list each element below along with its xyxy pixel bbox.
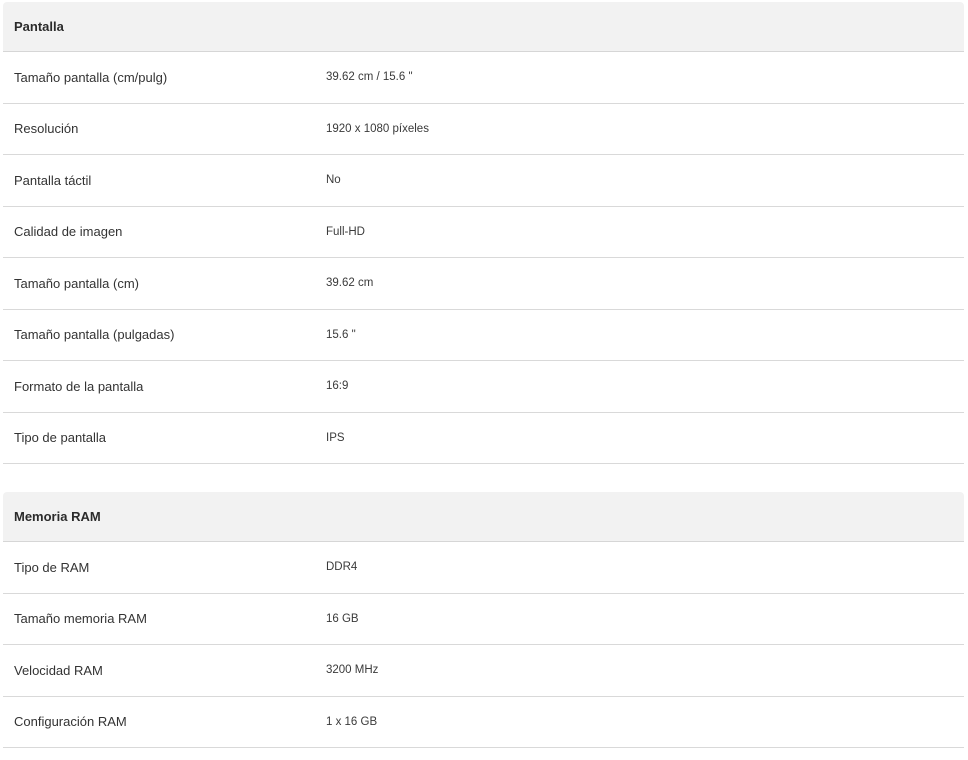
spec-label: Tipo de RAM: [14, 559, 90, 575]
spec-label: Calidad de imagen: [14, 224, 123, 240]
spec-row: Pantalla táctil No: [3, 155, 964, 207]
spec-row: Tipo de pantalla IPS: [3, 413, 964, 464]
spec-value: DDR4: [326, 561, 358, 574]
spec-value: No: [326, 174, 341, 187]
spec-label: Resolución: [14, 121, 79, 137]
spec-row: Formato de la pantalla 16:9: [3, 361, 964, 413]
spec-label: Tamaño pantalla (cm): [14, 275, 139, 291]
spec-value: 1920 x 1080 píxeles: [326, 122, 429, 135]
specifications-table: Pantalla Tamaño pantalla (cm/pulg) 39.62…: [0, 2, 968, 748]
spec-row: Tamaño pantalla (cm) 39.62 cm: [3, 258, 964, 310]
spec-row: Tamaño memoria RAM 16 GB: [3, 594, 964, 645]
section-title: Pantalla: [3, 2, 964, 52]
spec-value: 39.62 cm: [326, 277, 374, 290]
spec-row: Tamaño pantalla (cm/pulg) 39.62 cm / 15.…: [3, 52, 964, 104]
section-title: Memoria RAM: [3, 492, 964, 542]
spec-row: Tipo de RAM DDR4: [3, 542, 964, 594]
section-pantalla: Pantalla Tamaño pantalla (cm/pulg) 39.62…: [3, 2, 964, 464]
spec-value: 1 x 16 GB: [326, 715, 378, 728]
spec-label: Velocidad RAM: [14, 662, 103, 678]
spec-label: Tamaño pantalla (pulgadas): [14, 327, 175, 343]
spec-value: 15.6 ": [326, 328, 356, 341]
spec-value: Full-HD: [326, 225, 365, 238]
section-memoria-ram: Memoria RAM Tipo de RAM DDR4 Tamaño memo…: [3, 492, 964, 748]
spec-value: 3200 MHz: [326, 664, 379, 677]
spec-label: Configuración RAM: [14, 714, 127, 730]
spec-label: Tipo de pantalla: [14, 430, 107, 446]
spec-label: Pantalla táctil: [14, 172, 92, 188]
spec-value: 16 GB: [326, 612, 359, 625]
spec-row: Resolución 1920 x 1080 píxeles: [3, 104, 964, 155]
spec-row: Tamaño pantalla (pulgadas) 15.6 ": [3, 310, 964, 361]
spec-label: Formato de la pantalla: [14, 378, 144, 394]
spec-value: 39.62 cm / 15.6 ": [326, 71, 413, 84]
spec-row: Configuración RAM 1 x 16 GB: [3, 697, 964, 748]
spec-label: Tamaño memoria RAM: [14, 611, 147, 627]
spec-value: 16:9: [326, 380, 349, 393]
spec-value: IPS: [326, 431, 345, 444]
spec-row: Velocidad RAM 3200 MHz: [3, 645, 964, 697]
spec-row: Calidad de imagen Full-HD: [3, 207, 964, 258]
spec-label: Tamaño pantalla (cm/pulg): [14, 69, 168, 85]
